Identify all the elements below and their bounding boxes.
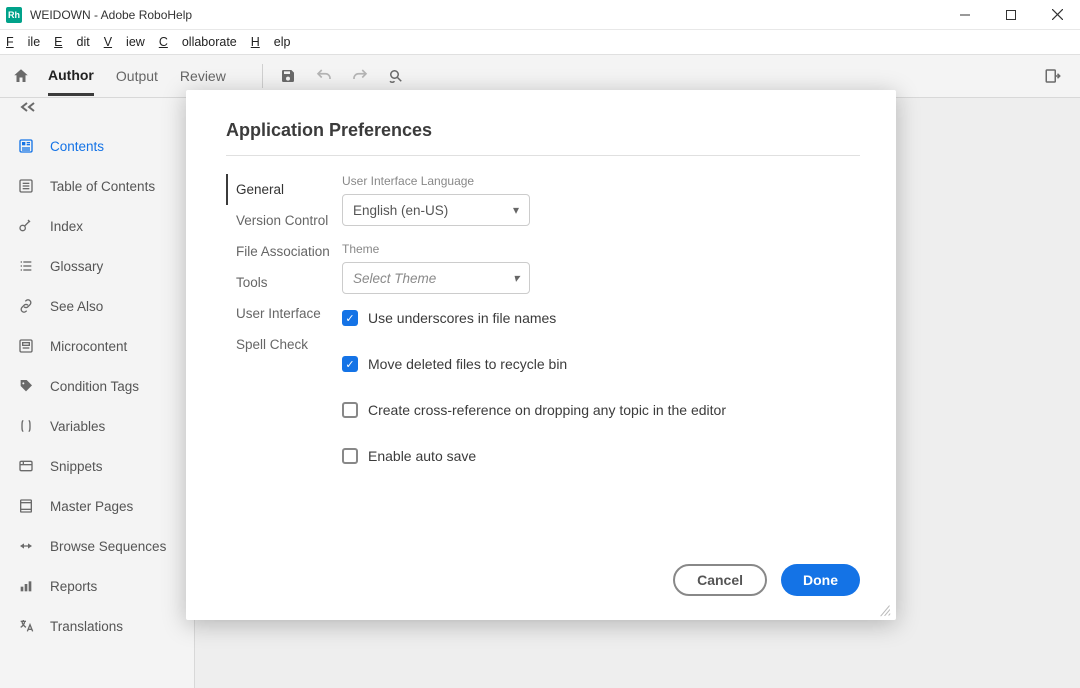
home-icon[interactable] xyxy=(12,67,32,85)
sidebar-item-index[interactable]: Index xyxy=(0,206,194,246)
sidebar-label: Variables xyxy=(50,419,105,434)
option-label: Use underscores in file names xyxy=(368,310,556,326)
sidebar-item-reports[interactable]: Reports xyxy=(0,566,194,606)
maximize-button[interactable] xyxy=(988,0,1034,30)
sidebar-item-seealso[interactable]: See Also xyxy=(0,286,194,326)
sidebar-item-toc[interactable]: Table of Contents xyxy=(0,166,194,206)
menubar: File Edit View Collaborate Help xyxy=(0,30,1080,54)
redo-icon[interactable] xyxy=(349,65,371,87)
sidebar-item-microcontent[interactable]: Microcontent xyxy=(0,326,194,366)
language-label: User Interface Language xyxy=(342,174,860,188)
tab-output[interactable]: Output xyxy=(116,68,158,84)
collapse-sidebar-icon[interactable] xyxy=(0,98,194,126)
tag-icon xyxy=(18,378,40,394)
nav-tools[interactable]: Tools xyxy=(226,267,336,298)
checkbox-checked-icon[interactable]: ✓ xyxy=(342,356,358,372)
sidebar-item-contents[interactable]: Contents xyxy=(0,126,194,166)
nav-general[interactable]: General xyxy=(226,174,336,205)
nav-spell-check[interactable]: Spell Check xyxy=(226,329,336,360)
sidebar-item-masterpages[interactable]: Master Pages xyxy=(0,486,194,526)
option-underscores[interactable]: ✓ Use underscores in file names xyxy=(342,310,860,326)
tab-author[interactable]: Author xyxy=(48,67,94,96)
menu-help[interactable]: Help xyxy=(251,35,291,49)
sidebar-label: Table of Contents xyxy=(50,179,155,194)
sidebar-label: Contents xyxy=(50,139,104,154)
option-crossref[interactable]: Create cross-reference on dropping any t… xyxy=(342,402,860,418)
masterpages-icon xyxy=(18,498,40,514)
theme-dropdown[interactable]: Select Theme ▾ xyxy=(342,262,530,294)
preferences-modal: Application Preferences General Version … xyxy=(186,90,896,620)
menu-edit[interactable]: Edit xyxy=(54,35,90,49)
toolbar-divider xyxy=(262,64,263,88)
seealso-icon xyxy=(18,298,40,314)
snippets-icon xyxy=(18,458,40,474)
window-controls xyxy=(942,0,1080,30)
language-value: English (en-US) xyxy=(353,203,448,218)
sidebar-item-translations[interactable]: Translations xyxy=(0,606,194,646)
modal-title: Application Preferences xyxy=(226,120,860,141)
menu-file[interactable]: File xyxy=(6,35,40,49)
sidebar-label: Master Pages xyxy=(50,499,133,514)
close-button[interactable] xyxy=(1034,0,1080,30)
nav-version-control[interactable]: Version Control xyxy=(226,205,336,236)
option-autosave[interactable]: Enable auto save xyxy=(342,448,860,464)
nav-file-association[interactable]: File Association xyxy=(226,236,336,267)
checkbox-checked-icon[interactable]: ✓ xyxy=(342,310,358,326)
variables-icon xyxy=(18,418,40,434)
undo-icon[interactable] xyxy=(313,65,335,87)
cancel-button[interactable]: Cancel xyxy=(673,564,767,596)
sidebar-label: Microcontent xyxy=(50,339,127,354)
option-label: Enable auto save xyxy=(368,448,476,464)
sidebar-label: Glossary xyxy=(50,259,103,274)
translations-icon xyxy=(18,618,40,634)
option-label: Create cross-reference on dropping any t… xyxy=(368,402,726,418)
modal-divider xyxy=(226,155,860,156)
contents-icon xyxy=(18,138,40,154)
menu-collaborate[interactable]: Collaborate xyxy=(159,35,237,49)
checkbox-unchecked-icon[interactable] xyxy=(342,448,358,464)
resize-handle-icon[interactable] xyxy=(877,603,890,616)
exit-panel-icon[interactable] xyxy=(1042,65,1064,87)
save-icon[interactable] xyxy=(277,65,299,87)
reports-icon xyxy=(18,578,40,594)
language-dropdown[interactable]: English (en-US) ▾ xyxy=(342,194,530,226)
minimize-button[interactable] xyxy=(942,0,988,30)
sidebar-label: Reports xyxy=(50,579,97,594)
sidebar-label: Condition Tags xyxy=(50,379,139,394)
sidebar-label: Translations xyxy=(50,619,123,634)
modal-footer: Cancel Done xyxy=(226,564,860,596)
nav-user-interface[interactable]: User Interface xyxy=(226,298,336,329)
sidebar-label: See Also xyxy=(50,299,103,314)
sidebar-label: Index xyxy=(50,219,83,234)
sidebar-item-glossary[interactable]: Glossary xyxy=(0,246,194,286)
chevron-down-icon: ▾ xyxy=(513,203,519,217)
sidebar: Contents Table of Contents Index Glossar… xyxy=(0,98,195,688)
tab-review[interactable]: Review xyxy=(180,68,226,84)
theme-label: Theme xyxy=(342,242,860,256)
modal-content: User Interface Language English (en-US) … xyxy=(336,174,860,564)
titlebar: Rh WEIDOWN - Adobe RoboHelp xyxy=(0,0,1080,30)
modal-nav: General Version Control File Association… xyxy=(226,174,336,564)
window-title: WEIDOWN - Adobe RoboHelp xyxy=(30,8,942,22)
app-icon: Rh xyxy=(6,7,22,23)
done-button[interactable]: Done xyxy=(781,564,860,596)
sidebar-item-conditiontags[interactable]: Condition Tags xyxy=(0,366,194,406)
glossary-icon xyxy=(18,258,40,274)
microcontent-icon xyxy=(18,338,40,354)
sidebar-item-browsesequences[interactable]: Browse Sequences xyxy=(0,526,194,566)
theme-placeholder: Select Theme xyxy=(353,271,436,286)
browsesequences-icon xyxy=(18,538,40,554)
sidebar-label: Snippets xyxy=(50,459,103,474)
option-recycle[interactable]: ✓ Move deleted files to recycle bin xyxy=(342,356,860,372)
sidebar-item-snippets[interactable]: Snippets xyxy=(0,446,194,486)
chevron-down-icon: ▾ xyxy=(513,271,519,285)
checkbox-unchecked-icon[interactable] xyxy=(342,402,358,418)
find-replace-icon[interactable] xyxy=(385,65,407,87)
option-label: Move deleted files to recycle bin xyxy=(368,356,567,372)
menu-view[interactable]: View xyxy=(104,35,145,49)
sidebar-label: Browse Sequences xyxy=(50,539,166,554)
toc-icon xyxy=(18,178,40,194)
sidebar-item-variables[interactable]: Variables xyxy=(0,406,194,446)
index-icon xyxy=(18,218,40,234)
